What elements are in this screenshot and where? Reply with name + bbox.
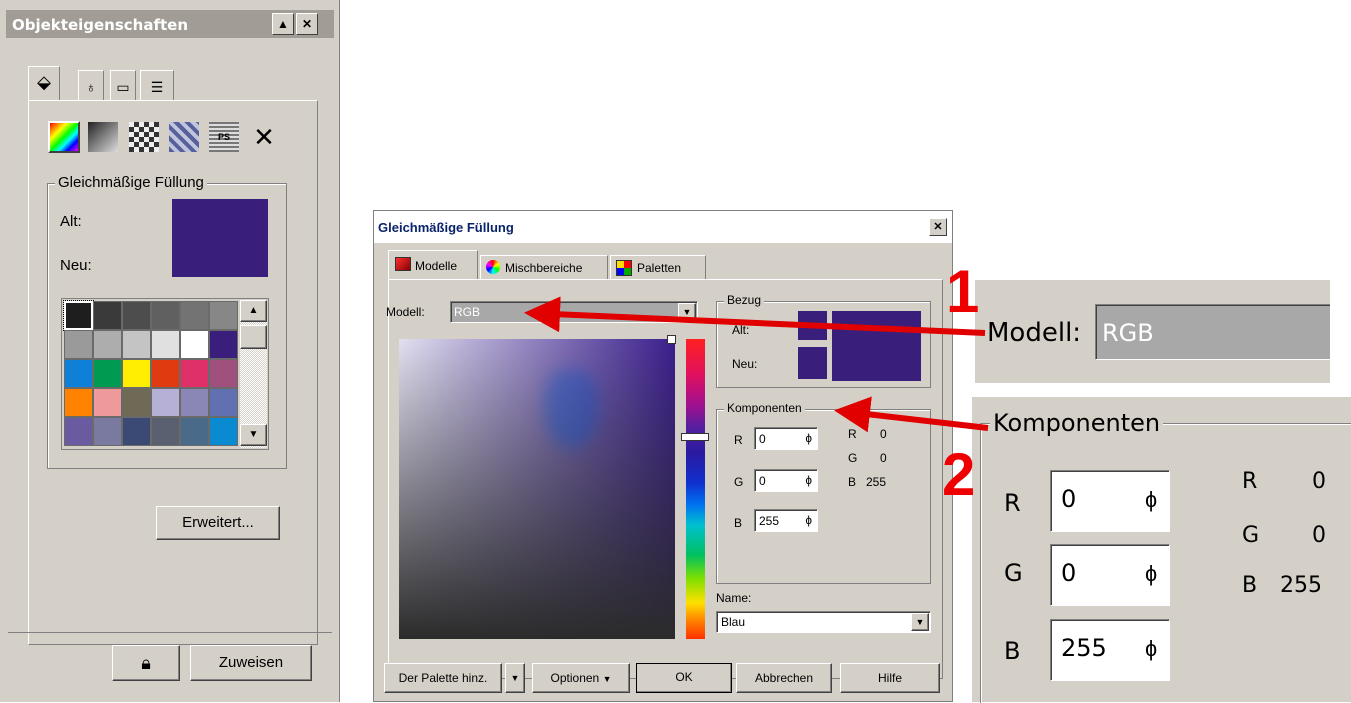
annotation-arrows bbox=[524, 296, 989, 433]
arrow-2 bbox=[834, 396, 989, 433]
callout-number-2: 2 bbox=[942, 441, 976, 508]
arrow-1 bbox=[524, 296, 986, 336]
callout-number-1: 1 bbox=[946, 258, 980, 325]
